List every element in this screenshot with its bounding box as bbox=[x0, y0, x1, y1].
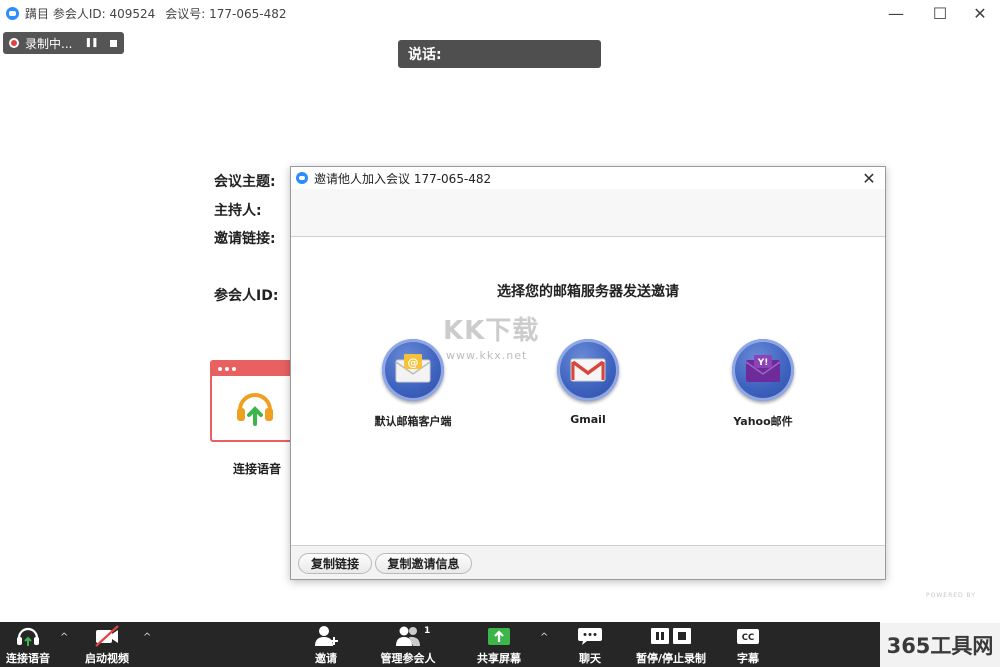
pause-stop-recording-label: 暂停/停止录制 bbox=[635, 652, 707, 665]
minimize-button[interactable]: — bbox=[876, 0, 916, 26]
captions-label: 字幕 bbox=[737, 652, 759, 665]
gmail-icon bbox=[557, 339, 619, 401]
share-options-caret[interactable]: ^ bbox=[540, 632, 548, 643]
participant-id-label: 参会人ID: bbox=[214, 288, 279, 304]
maximize-button[interactable]: ☐ bbox=[920, 0, 960, 26]
connect-audio-label: 连接语音 bbox=[233, 462, 282, 476]
svg-text:@: @ bbox=[408, 356, 419, 369]
svg-text:Y!: Y! bbox=[757, 358, 769, 368]
topic-label: 会议主题: bbox=[214, 174, 276, 190]
meeting-number: 会议号: 177-065-482 bbox=[165, 6, 287, 21]
video-off-icon bbox=[95, 625, 119, 647]
app-logo-icon bbox=[296, 172, 308, 184]
invite-button[interactable]: 邀请 bbox=[306, 622, 346, 667]
watermark-logo: KK下载 bbox=[443, 316, 540, 346]
dialog-footer: 复制链接 复制邀请信息 bbox=[291, 545, 885, 579]
gmail-label: Gmail bbox=[570, 413, 606, 426]
gmail-option[interactable]: Gmail bbox=[518, 339, 658, 426]
chat-label: 聊天 bbox=[579, 652, 601, 665]
copy-link-button[interactable]: 复制链接 bbox=[298, 553, 372, 574]
chat-icon bbox=[578, 628, 602, 645]
powered-by-label: POWERED BY bbox=[926, 592, 977, 599]
manage-participants-label: 管理参会人 bbox=[380, 652, 436, 665]
yahoo-mail-option[interactable]: Y! Yahoo邮件 bbox=[693, 339, 833, 429]
share-screen-icon bbox=[488, 628, 510, 645]
yahoo-mail-label: Yahoo邮件 bbox=[733, 415, 793, 428]
speaking-indicator: 说话: bbox=[398, 40, 601, 68]
start-video-button[interactable]: 启动视频 bbox=[78, 622, 136, 667]
headset-icon bbox=[237, 393, 273, 426]
invite-icon bbox=[315, 626, 338, 646]
svg-text:CC: CC bbox=[742, 633, 754, 643]
participant-count-badge: 1 bbox=[424, 626, 431, 636]
yahoo-mail-icon: Y! bbox=[732, 339, 794, 401]
invite-link-label: 邀请链接: bbox=[214, 231, 276, 247]
invite-dialog: 邀请他人加入会议 177-065-482 ✕ 选择您的邮箱服务器发送邀请 @ 默… bbox=[290, 166, 886, 580]
pause-recording-button[interactable]: ❚❚ bbox=[84, 38, 98, 48]
connect-audio-toolbar-label: 连接语音 bbox=[6, 652, 50, 665]
share-screen-label: 共享屏幕 bbox=[477, 652, 521, 665]
default-mail-icon: @ bbox=[382, 339, 444, 401]
video-options-caret[interactable]: ^ bbox=[143, 632, 151, 643]
start-video-label: 启动视频 bbox=[85, 652, 129, 665]
audio-options-caret[interactable]: ^ bbox=[60, 632, 68, 643]
connect-audio-card[interactable] bbox=[210, 360, 302, 442]
watermark-url: www.kkx.net bbox=[446, 349, 528, 362]
copy-invite-info-button[interactable]: 复制邀请信息 bbox=[375, 553, 472, 574]
speaking-label: 说话: bbox=[408, 47, 442, 63]
dialog-titlebar: 邀请他人加入会议 177-065-482 bbox=[291, 167, 885, 189]
meeting-toolbar: 连接语音 ^ 启动视频 ^ 邀请 管理参会人 1 共享屏幕 ^ 聊天 暂停/停止… bbox=[0, 622, 880, 667]
dialog-tab-strip bbox=[291, 189, 885, 237]
close-window-button[interactable]: ✕ bbox=[960, 0, 1000, 26]
app-logo-icon bbox=[6, 6, 19, 20]
cc-icon: CC bbox=[737, 629, 759, 644]
connect-audio-button[interactable]: 连接语音 bbox=[0, 622, 56, 667]
stop-recording-button[interactable] bbox=[109, 39, 117, 47]
recording-label: 录制中... bbox=[25, 36, 73, 51]
participants-icon bbox=[396, 626, 420, 646]
manage-participants-button[interactable]: 管理参会人 1 bbox=[372, 622, 444, 667]
dialog-close-button[interactable]: ✕ bbox=[859, 167, 879, 189]
card-header bbox=[212, 362, 300, 376]
site-badge: 365工具网 bbox=[880, 623, 1000, 667]
window-titlebar: 蹒目 参会人ID: 409524 会议号: 177-065-482 — ☐ ✕ bbox=[0, 0, 1000, 26]
dialog-title: 邀请他人加入会议 177-065-482 bbox=[314, 171, 492, 186]
chat-button[interactable]: 聊天 bbox=[570, 622, 610, 667]
headset-icon bbox=[17, 627, 39, 646]
record-dot-icon bbox=[9, 38, 19, 48]
host-label: 主持人: bbox=[214, 203, 262, 219]
recording-indicator: 录制中... ❚❚ bbox=[3, 32, 124, 54]
pause-stop-record-icon bbox=[651, 628, 691, 644]
default-mail-label: 默认邮箱客户端 bbox=[374, 415, 452, 428]
captions-button[interactable]: CC 字幕 bbox=[730, 622, 766, 667]
window-title: 蹒目 参会人ID: 409524 bbox=[25, 6, 156, 21]
invite-label: 邀请 bbox=[315, 652, 337, 665]
pause-stop-recording-button[interactable]: 暂停/停止录制 bbox=[628, 622, 714, 667]
share-screen-button[interactable]: 共享屏幕 bbox=[470, 622, 528, 667]
dialog-heading: 选择您的邮箱服务器发送邀请 bbox=[497, 284, 679, 300]
